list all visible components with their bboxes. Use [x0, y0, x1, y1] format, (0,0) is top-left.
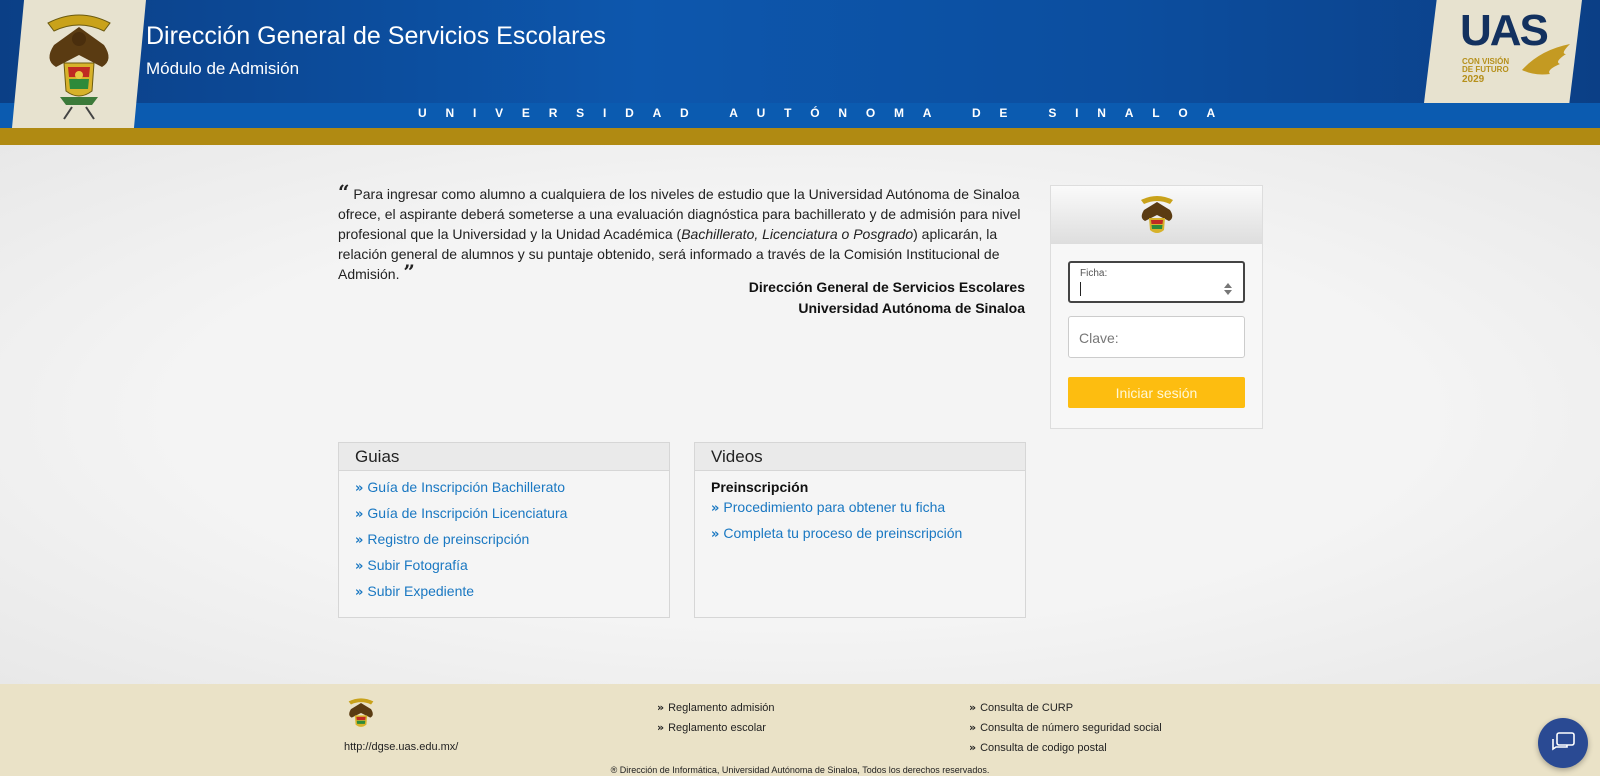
close-quote-icon: ” — [403, 260, 415, 284]
link-subir-fotografia[interactable]: » Subir Fotografía — [355, 557, 468, 574]
page-title: Dirección General de Servicios Escolares — [146, 22, 606, 50]
link-registro-preinscripcion[interactable]: » Registro de preinscripción — [355, 531, 529, 548]
link-video-obtener-ficha[interactable]: » Procedimiento para obtener tu ficha — [711, 499, 945, 516]
link-consulta-codigo-postal[interactable]: » Consulta de codigo postal — [969, 741, 1107, 754]
double-chevron-right-icon: » — [355, 585, 364, 600]
open-quote-icon: “ — [338, 180, 350, 204]
university-name-strip: UNIVERSIDAD AUTÓNOMA DE SINALOA — [418, 106, 1234, 120]
double-chevron-right-icon: » — [711, 501, 720, 516]
footer-copyright: ® Dirección de Informática, Universidad … — [610, 765, 990, 775]
header-gold-band — [0, 128, 1600, 145]
footer-site-url[interactable]: http://dgse.uas.edu.mx/ — [344, 741, 458, 753]
signature-department: Dirección General de Servicios Escolares — [748, 279, 1025, 295]
double-chevron-right-icon: » — [355, 507, 364, 522]
clave-password-field[interactable]: Clave: — [1068, 316, 1245, 358]
double-chevron-right-icon: » — [969, 741, 977, 754]
login-panel: Ficha: Clave: Iniciar sesión — [1050, 185, 1263, 429]
uas-logo-year: 2029 — [1462, 74, 1485, 85]
admission-intro-quote: “ Para ingresar como alumno a cualquiera… — [338, 182, 1028, 284]
link-guia-licenciatura[interactable]: » Guía de Inscripción Licenciatura — [355, 505, 567, 522]
signature-university: Universidad Autónoma de Sinaloa — [798, 300, 1025, 316]
page-subtitle: Módulo de Admisión — [146, 59, 300, 78]
videos-panel: Videos Preinscripción » Procedimiento par… — [694, 442, 1026, 618]
header-top-band — [0, 0, 1600, 103]
chat-widget-button[interactable] — [1538, 718, 1588, 768]
ficha-label: Ficha: — [1080, 268, 1108, 279]
double-chevron-right-icon: » — [711, 527, 720, 542]
uas-logo-tagline: CON VISIÓN DE FUTURO — [1462, 57, 1510, 74]
ficha-number-field[interactable]: Ficha: — [1068, 261, 1245, 303]
double-chevron-right-icon: » — [657, 701, 665, 714]
page-header: Dirección General de Servicios Escolares… — [0, 0, 1600, 145]
intro-text-italic: Bachillerato, Licenciatura o Posgrado — [681, 226, 914, 242]
number-spinner-icon[interactable] — [1224, 281, 1232, 297]
double-chevron-right-icon: » — [355, 559, 364, 574]
eagle-crest-icon — [1140, 195, 1173, 233]
link-consulta-curp[interactable]: » Consulta de CURP — [969, 701, 1073, 714]
chat-bubble-icon — [1552, 732, 1575, 751]
login-header — [1051, 186, 1262, 244]
page-footer: http://dgse.uas.edu.mx/ » Reglamento admi… — [0, 684, 1600, 776]
videos-panel-title: Videos — [695, 443, 1025, 471]
link-subir-expediente[interactable]: » Subir Expediente — [355, 583, 474, 600]
double-chevron-right-icon: » — [969, 721, 977, 734]
link-reglamento-escolar[interactable]: » Reglamento escolar — [657, 721, 766, 734]
link-reglamento-admision[interactable]: » Reglamento admisión — [657, 701, 775, 714]
login-button[interactable]: Iniciar sesión — [1068, 377, 1245, 408]
double-chevron-right-icon: » — [657, 721, 665, 734]
text-caret — [1080, 282, 1081, 296]
double-chevron-right-icon: » — [969, 701, 977, 714]
videos-subtitle: Preinscripción — [711, 479, 809, 495]
double-chevron-right-icon: » — [355, 533, 364, 548]
eagle-wing-icon — [1522, 44, 1570, 75]
double-chevron-right-icon: » — [355, 481, 364, 496]
clave-placeholder: Clave: — [1079, 330, 1119, 346]
guides-panel: Guias » Guía de Inscripción Bachillerato … — [338, 442, 670, 618]
link-consulta-nss[interactable]: » Consulta de número seguridad social — [969, 721, 1162, 734]
link-video-completa-proceso[interactable]: » Completa tu proceso de preinscripción — [711, 525, 962, 542]
guides-panel-title: Guias — [339, 443, 669, 471]
link-guia-bachillerato[interactable]: » Guía de Inscripción Bachillerato — [355, 479, 565, 496]
eagle-crest-icon — [348, 698, 374, 727]
uas-2029-logo[interactable]: UAS CON VISIÓN DE FUTURO 2029 — [1424, 0, 1582, 103]
